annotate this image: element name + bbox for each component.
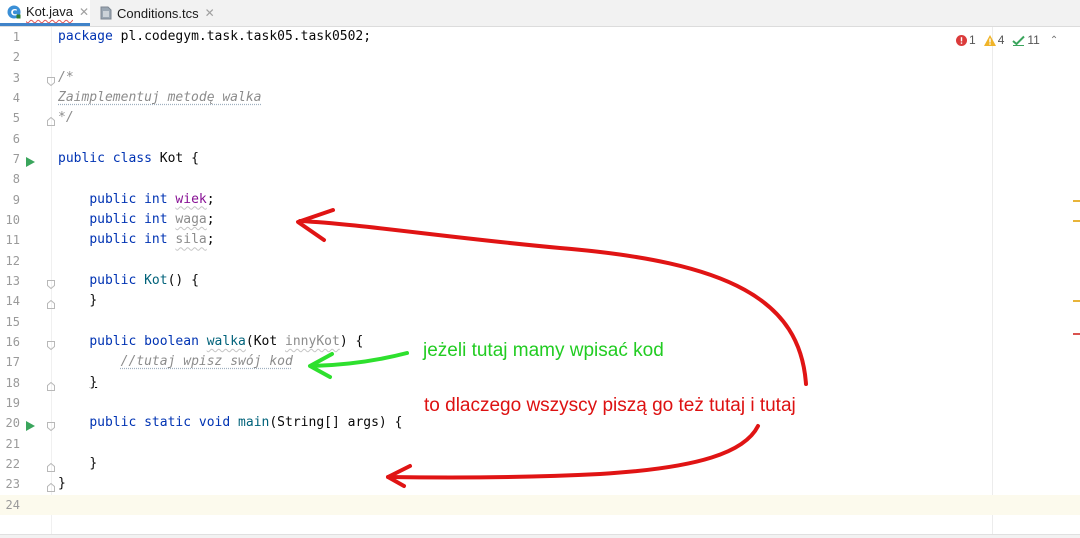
annotation-red-text: to dlaczego wszyscy piszą go też tutaj i… bbox=[424, 395, 796, 417]
editor-bottom-border bbox=[0, 534, 1080, 538]
annotation-arrows bbox=[0, 0, 1080, 537]
red-arrow-lower bbox=[388, 426, 758, 478]
annotation-green-text: jeżeli tutaj mamy wpisać kod bbox=[423, 340, 664, 362]
